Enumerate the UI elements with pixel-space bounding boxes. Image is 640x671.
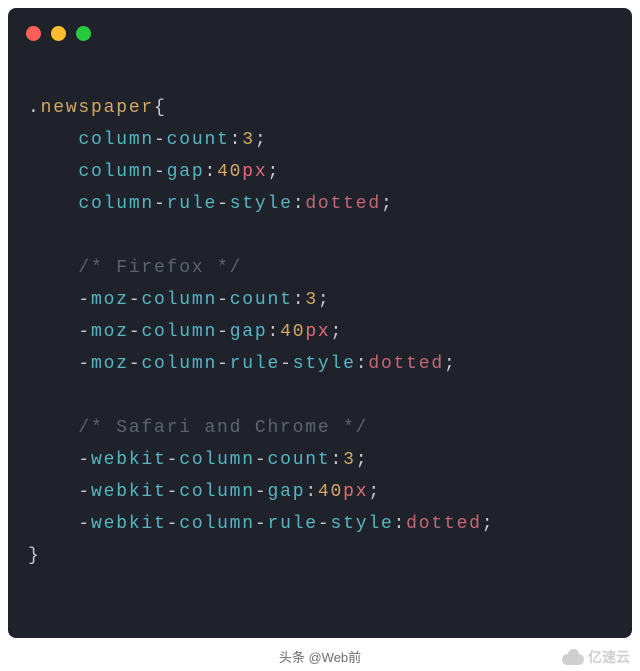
- watermark: 亿速云: [562, 647, 630, 667]
- zoom-icon[interactable]: [76, 26, 91, 41]
- footer-source: 头条 @Web前: [279, 647, 361, 666]
- code-window: .newspaper{ column-count:3; column-gap:4…: [8, 8, 632, 638]
- code-block: .newspaper{ column-count:3; column-gap:4…: [28, 92, 494, 572]
- cloud-icon: [562, 649, 584, 665]
- close-icon[interactable]: [26, 26, 41, 41]
- page-footer: 头条 @Web前 亿速云: [0, 645, 640, 671]
- window-controls: [26, 26, 91, 41]
- minimize-icon[interactable]: [51, 26, 66, 41]
- watermark-text: 亿速云: [588, 647, 630, 667]
